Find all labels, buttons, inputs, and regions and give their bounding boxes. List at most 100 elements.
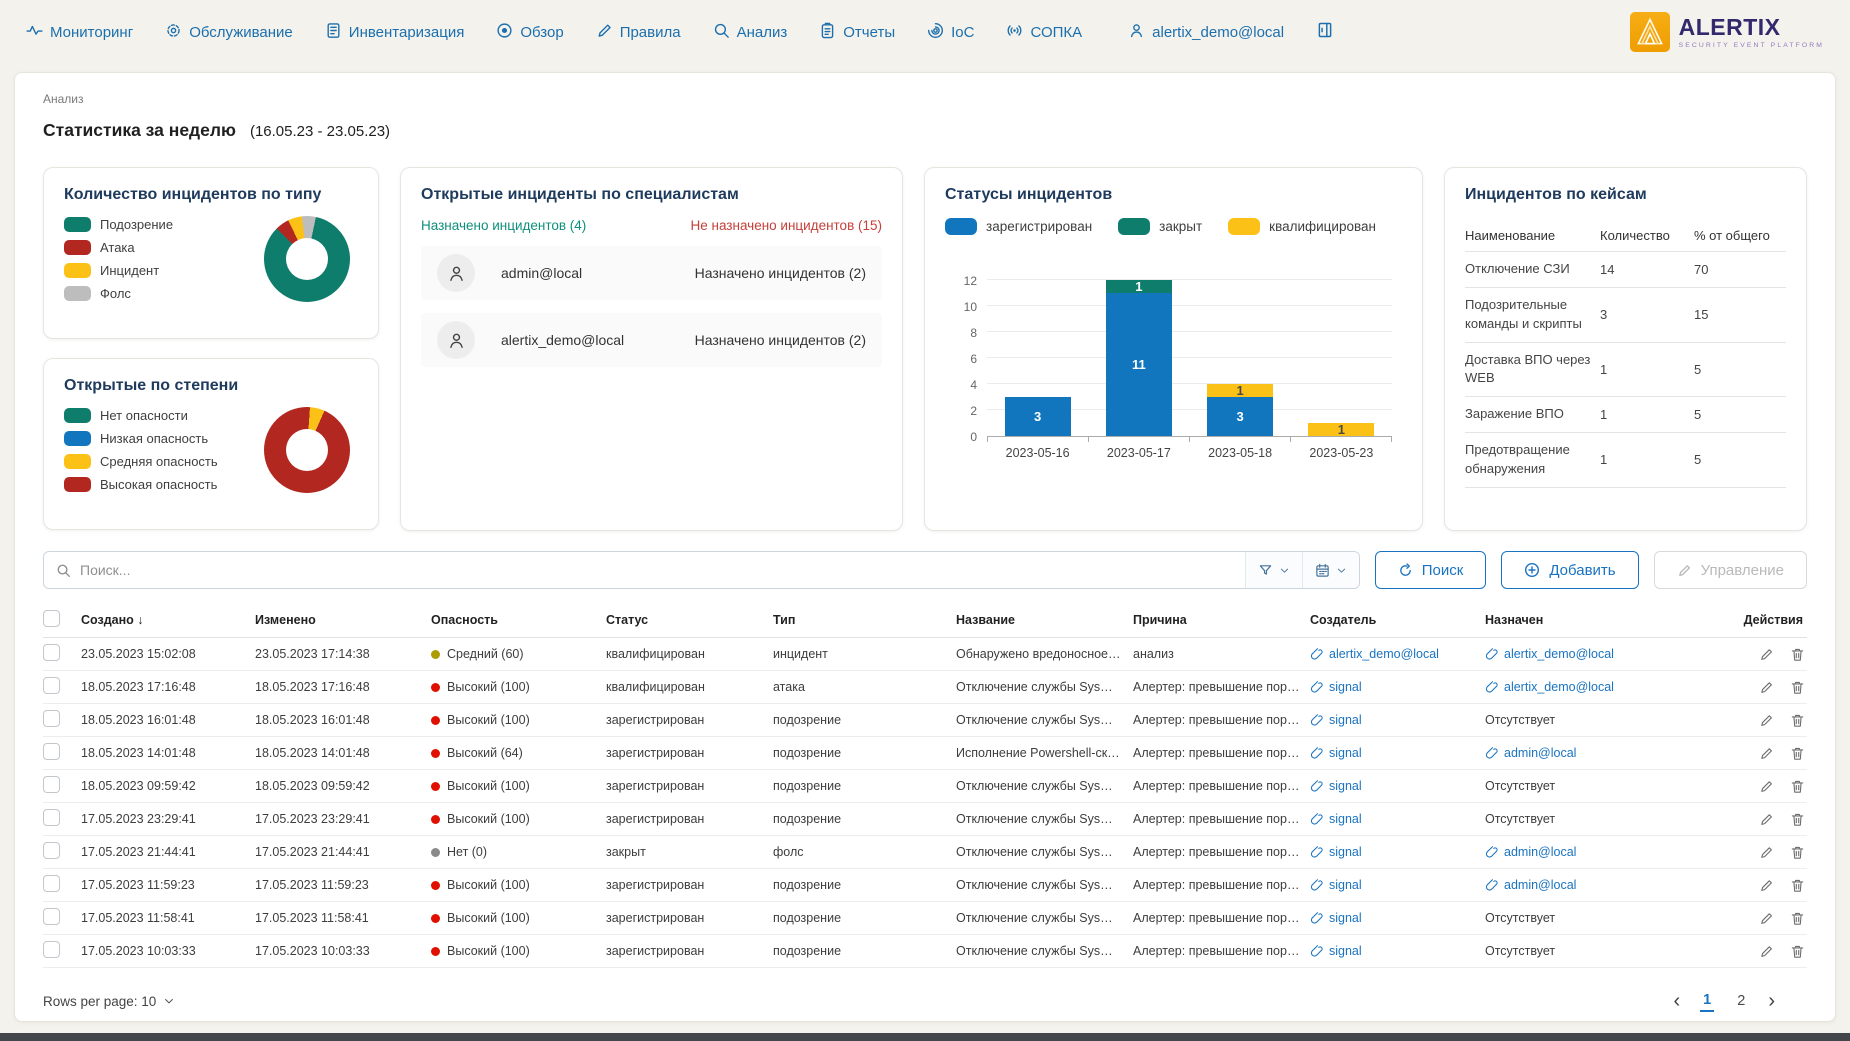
column-header[interactable]: Причина <box>1133 613 1310 627</box>
assignee-link[interactable]: alertix_demo@local <box>1485 647 1743 661</box>
creator-link[interactable]: signal <box>1310 812 1485 826</box>
bar-group: 31 <box>1190 281 1291 436</box>
delete-icon[interactable] <box>1790 680 1805 695</box>
nav-item-ioc[interactable]: IoC <box>927 22 974 43</box>
column-header[interactable]: Создатель <box>1310 613 1485 627</box>
assignee-link[interactable]: admin@local <box>1485 746 1743 760</box>
previous-page-button[interactable]: ‹ <box>1674 991 1681 1011</box>
creator-link[interactable]: signal <box>1310 911 1485 925</box>
specialist-row[interactable]: admin@local Назначено инцидентов (2) <box>421 246 882 300</box>
unassigned-incidents-label[interactable]: Не назначено инцидентов (15) <box>690 218 882 233</box>
nav-item-sopka[interactable]: СОПКА <box>1006 22 1082 43</box>
next-page-button[interactable]: › <box>1768 991 1775 1011</box>
row-checkbox[interactable] <box>43 842 60 859</box>
column-header[interactable]: Назначен <box>1485 613 1743 627</box>
delete-icon[interactable] <box>1790 944 1805 959</box>
edit-icon[interactable] <box>1759 779 1774 794</box>
rows-per-page-select[interactable]: Rows per page: 10 <box>43 994 175 1009</box>
logout-button[interactable] <box>1316 21 1334 43</box>
nav-item-monitoring[interactable]: Мониторинг <box>26 22 133 43</box>
table-row[interactable]: 17.05.2023 11:58:41 17.05.2023 11:58:41 Вы… <box>43 902 1807 935</box>
edit-icon[interactable] <box>1759 944 1774 959</box>
edit-icon[interactable] <box>1759 713 1774 728</box>
edit-icon[interactable] <box>1759 845 1774 860</box>
page-number-button[interactable]: 1 <box>1700 990 1715 1012</box>
table-row[interactable]: 18.05.2023 14:01:48 18.05.2023 14:01:48 Вы… <box>43 737 1807 770</box>
nav-item-maintenance[interactable]: Обслуживание <box>165 22 293 43</box>
column-header[interactable]: Изменено <box>255 613 431 627</box>
column-header[interactable]: Статус <box>606 613 773 627</box>
table-row[interactable]: 17.05.2023 21:44:41 17.05.2023 21:44:41 Не… <box>43 836 1807 869</box>
table-row[interactable]: 18.05.2023 16:01:48 18.05.2023 16:01:48 Вы… <box>43 704 1807 737</box>
row-checkbox[interactable] <box>43 908 60 925</box>
delete-icon[interactable] <box>1790 878 1805 893</box>
nav-item-rules[interactable]: Правила <box>596 22 681 43</box>
table-row[interactable]: 17.05.2023 10:03:33 17.05.2023 10:03:33 Вы… <box>43 935 1807 968</box>
creator-link[interactable]: signal <box>1310 779 1485 793</box>
cell-assignee: Отсутствует <box>1485 944 1556 958</box>
search-input[interactable] <box>80 562 1245 578</box>
row-checkbox[interactable] <box>43 710 60 727</box>
edit-icon[interactable] <box>1759 812 1774 827</box>
cell-modified: 23.05.2023 17:14:38 <box>255 647 370 661</box>
row-checkbox[interactable] <box>43 941 60 958</box>
nav-user-account[interactable]: alertix_demo@local <box>1128 22 1284 43</box>
filter-dropdown[interactable] <box>1244 552 1302 588</box>
column-header[interactable]: Создано ↓ <box>81 613 255 627</box>
creator-link[interactable]: signal <box>1310 944 1485 958</box>
column-header[interactable]: Тип <box>773 613 956 627</box>
add-button[interactable]: Добавить <box>1501 551 1639 589</box>
delete-icon[interactable] <box>1790 779 1805 794</box>
creator-link[interactable]: signal <box>1310 878 1485 892</box>
nav-item-overview[interactable]: Обзор <box>496 22 564 43</box>
edit-icon[interactable] <box>1759 746 1774 761</box>
assigned-incidents-label[interactable]: Назначено инцидентов (4) <box>421 218 586 233</box>
delete-icon[interactable] <box>1790 713 1805 728</box>
table-row[interactable]: 23.05.2023 15:02:08 23.05.2023 17:14:38 Ср… <box>43 638 1807 671</box>
edit-icon[interactable] <box>1759 878 1774 893</box>
delete-icon[interactable] <box>1790 812 1805 827</box>
page-number-button[interactable]: 2 <box>1734 991 1748 1011</box>
row-checkbox[interactable] <box>43 644 60 661</box>
row-checkbox[interactable] <box>43 875 60 892</box>
cell-severity: Высокий (100) <box>431 944 606 958</box>
bar-segment: 1 <box>1207 383 1274 398</box>
creator-link[interactable]: signal <box>1310 713 1485 727</box>
search-button[interactable]: Поиск <box>1374 551 1487 589</box>
cell-actions <box>1743 680 1807 695</box>
table-row[interactable]: 17.05.2023 11:59:23 17.05.2023 11:59:23 Вы… <box>43 869 1807 902</box>
specialist-row[interactable]: alertix_demo@local Назначено инцидентов (… <box>421 313 882 367</box>
creator-link[interactable]: signal <box>1310 746 1485 760</box>
row-checkbox[interactable] <box>43 809 60 826</box>
column-header[interactable]: Действия <box>1743 613 1807 627</box>
delete-icon[interactable] <box>1790 845 1805 860</box>
select-all-checkbox[interactable] <box>43 610 60 627</box>
creator-link[interactable]: alertix_demo@local <box>1310 647 1485 661</box>
delete-icon[interactable] <box>1790 911 1805 926</box>
edit-icon[interactable] <box>1759 647 1774 662</box>
row-checkbox[interactable] <box>43 677 60 694</box>
delete-icon[interactable] <box>1790 647 1805 662</box>
nav-item-analysis[interactable]: Анализ <box>713 22 787 43</box>
table-row[interactable]: 18.05.2023 09:59:42 18.05.2023 09:59:42 Вы… <box>43 770 1807 803</box>
edit-icon[interactable] <box>1759 911 1774 926</box>
assignee-link[interactable]: alertix_demo@local <box>1485 680 1743 694</box>
creator-link[interactable]: signal <box>1310 680 1485 694</box>
date-filter-dropdown[interactable] <box>1301 552 1359 588</box>
row-checkbox[interactable] <box>43 776 60 793</box>
column-header[interactable]: Опасность <box>431 613 606 627</box>
creator-link[interactable]: signal <box>1310 845 1485 859</box>
edit-icon[interactable] <box>1759 680 1774 695</box>
delete-icon[interactable] <box>1790 746 1805 761</box>
row-checkbox[interactable] <box>43 743 60 760</box>
type-legend: Подозрение Атака Инцидент Фолс <box>64 217 264 301</box>
column-header[interactable]: Название <box>956 613 1133 627</box>
table-row[interactable]: 18.05.2023 17:16:48 18.05.2023 17:16:48 Вы… <box>43 671 1807 704</box>
nav-item-reports[interactable]: Отчеты <box>819 22 895 43</box>
assignee-link[interactable]: admin@local <box>1485 878 1743 892</box>
table-row[interactable]: 17.05.2023 23:29:41 17.05.2023 23:29:41 Вы… <box>43 803 1807 836</box>
nav-item-inventory[interactable]: Инвентаризация <box>325 22 464 43</box>
manage-button[interactable]: Управление <box>1653 551 1807 589</box>
assignee-link[interactable]: admin@local <box>1485 845 1743 859</box>
cell-severity: Средний (60) <box>431 647 606 661</box>
